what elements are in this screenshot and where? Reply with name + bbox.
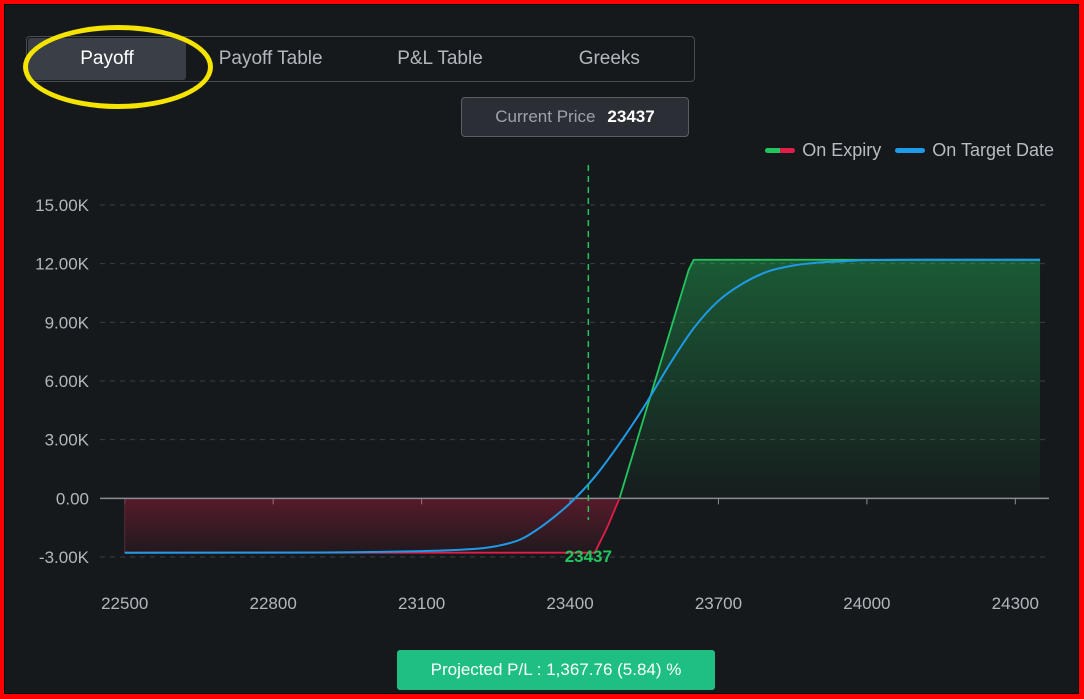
x-tick-label: 23100 — [398, 594, 445, 613]
payoff-chart: -3.00K 0.00 3.00K 6.00K 9.00K 12.00K 15.00K 225… — [35, 165, 1049, 613]
y-tick-label: 12.00K — [35, 255, 90, 274]
y-tick-label: 6.00K — [45, 372, 90, 391]
projected-pl-badge: Projected P/L : 1,367.76 (5.84) % — [397, 650, 715, 690]
x-tick-label: 23400 — [546, 594, 593, 613]
x-tick-label: 24000 — [843, 594, 890, 613]
loss-area — [124, 498, 620, 553]
y-tick-label: 9.00K — [45, 313, 90, 332]
x-tick-label: 24300 — [992, 594, 1039, 613]
y-tick-label: 3.00K — [45, 431, 90, 450]
y-tick-label: 15.00K — [35, 196, 90, 215]
profit-area — [619, 259, 1041, 499]
payoff-panel: Payoff Payoff Table P&L Table Greeks Cur… — [4, 4, 1079, 694]
x-tick-label: 22800 — [250, 594, 297, 613]
current-price-marker-label: 23437 — [565, 547, 612, 566]
y-tick-label: 0.00 — [56, 489, 89, 508]
x-tick-label: 22500 — [101, 594, 148, 613]
y-tick-label: -3.00K — [39, 548, 90, 567]
x-tick-label: 23700 — [695, 594, 742, 613]
